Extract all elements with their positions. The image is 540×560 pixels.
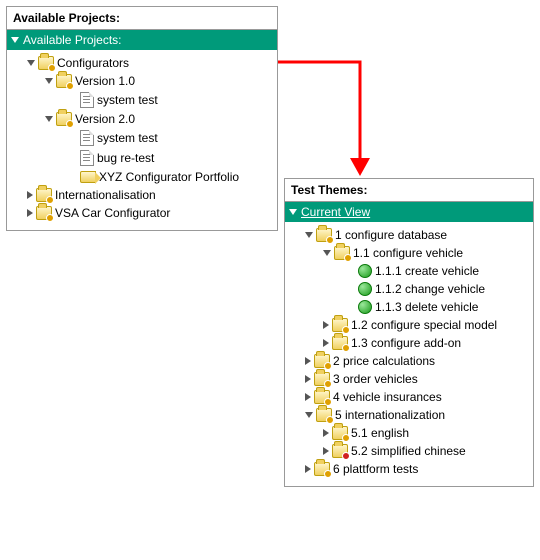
tree-item[interactable]: 2 price calculations	[287, 352, 531, 370]
task-icon	[358, 264, 372, 278]
tree-item[interactable]: Internationalisation	[9, 186, 275, 204]
panel-band[interactable]: Current View	[285, 202, 533, 222]
tree-item[interactable]: VSA Car Configurator	[9, 204, 275, 222]
folder-icon	[314, 390, 330, 404]
tree-item[interactable]: 3 order vehicles	[287, 370, 531, 388]
disclosure-icon[interactable]	[323, 339, 329, 347]
document-icon	[80, 92, 94, 108]
disclosure-icon[interactable]	[45, 78, 53, 84]
disclosure-icon[interactable]	[27, 209, 33, 217]
folder-icon	[332, 426, 348, 440]
folder-icon	[332, 444, 348, 458]
tree-item[interactable]: 4 vehicle insurances	[287, 388, 531, 406]
disclosure-icon[interactable]	[45, 116, 53, 122]
disclosure-icon[interactable]	[305, 232, 313, 238]
folder-icon	[314, 372, 330, 386]
portfolio-icon	[80, 171, 96, 183]
band-title: Available Projects:	[23, 33, 122, 47]
tree-item[interactable]: 1.2 configure special model	[287, 316, 531, 334]
tree-item[interactable]: 1 configure database	[287, 226, 531, 244]
folder-icon	[332, 336, 348, 350]
task-icon	[358, 282, 372, 296]
folder-icon	[332, 318, 348, 332]
tree-item[interactable]: 6 plattform tests	[287, 460, 531, 478]
folder-icon	[56, 112, 72, 126]
tree-item[interactable]: Version 1.0	[9, 72, 275, 90]
panel-band[interactable]: Available Projects:	[7, 30, 277, 50]
tree-item[interactable]: 1.1.1 create vehicle	[287, 262, 531, 280]
themes-tree: 1 configure database 1.1 configure vehic…	[285, 222, 533, 486]
folder-icon	[36, 188, 52, 202]
disclosure-icon[interactable]	[323, 321, 329, 329]
projects-tree: Configurators Version 1.0 system test Ve…	[7, 50, 277, 230]
disclosure-icon[interactable]	[323, 447, 329, 455]
tree-item[interactable]: 1.1 configure vehicle	[287, 244, 531, 262]
disclosure-icon[interactable]	[305, 393, 311, 401]
tree-item[interactable]: 1.1.2 change vehicle	[287, 280, 531, 298]
task-icon	[358, 300, 372, 314]
panel-title: Test Themes:	[285, 179, 533, 202]
tree-item[interactable]: 5 internationalization	[287, 406, 531, 424]
disclosure-icon[interactable]	[27, 191, 33, 199]
disclosure-icon[interactable]	[323, 250, 331, 256]
tree-item[interactable]: 1.3 configure add-on	[287, 334, 531, 352]
collapse-icon[interactable]	[11, 37, 19, 43]
collapse-icon[interactable]	[289, 209, 297, 215]
folder-icon	[38, 56, 54, 70]
disclosure-icon[interactable]	[305, 375, 311, 383]
folder-icon	[36, 206, 52, 220]
folder-icon	[314, 462, 330, 476]
disclosure-icon[interactable]	[27, 60, 35, 66]
tree-item[interactable]: Configurators	[9, 54, 275, 72]
document-icon	[80, 150, 94, 166]
disclosure-icon[interactable]	[305, 357, 311, 365]
tree-item[interactable]: system test	[9, 128, 275, 148]
tree-item[interactable]: Version 2.0	[9, 110, 275, 128]
disclosure-icon[interactable]	[305, 412, 313, 418]
tree-item[interactable]: 1.1.3 delete vehicle	[287, 298, 531, 316]
tree-item[interactable]: system test	[9, 90, 275, 110]
disclosure-icon[interactable]	[305, 465, 311, 473]
test-themes-panel: Test Themes: Current View 1 configure da…	[284, 178, 534, 487]
folder-icon	[334, 246, 350, 260]
current-view-link[interactable]: Current View	[301, 205, 370, 219]
tree-item[interactable]: bug re-test	[9, 148, 275, 168]
available-projects-panel: Available Projects: Available Projects: …	[6, 6, 278, 231]
disclosure-icon[interactable]	[323, 429, 329, 437]
folder-icon	[316, 408, 332, 422]
document-icon	[80, 130, 94, 146]
folder-icon	[56, 74, 72, 88]
tree-item[interactable]: XYZ Configurator Portfolio	[9, 168, 275, 186]
folder-icon	[314, 354, 330, 368]
tree-item[interactable]: 5.1 english	[287, 424, 531, 442]
tree-item[interactable]: 5.2 simplified chinese	[287, 442, 531, 460]
folder-icon	[316, 228, 332, 242]
panel-title: Available Projects:	[7, 7, 277, 30]
